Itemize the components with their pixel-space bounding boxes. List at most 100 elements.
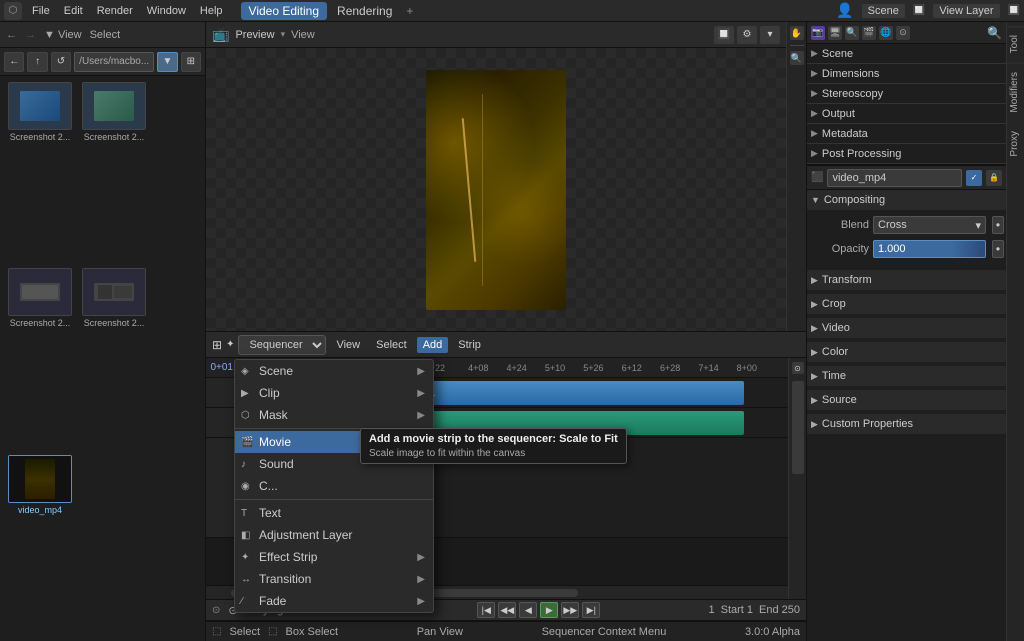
v-scrollbar-thumb[interactable]	[792, 381, 804, 474]
opacity-input[interactable]: 1.000	[873, 240, 986, 258]
output-section[interactable]: ▶ Output	[807, 104, 1006, 124]
color-header[interactable]: ▶ Color	[807, 342, 1006, 362]
opacity-dot[interactable]: •	[992, 240, 1004, 258]
menu-effect-strip[interactable]: ✦ Effect Strip ▶	[235, 546, 433, 568]
mask-icon: ⬡	[241, 410, 250, 421]
menu-window[interactable]: Window	[141, 3, 192, 19]
tab-video-editing[interactable]: Video Editing	[241, 2, 328, 20]
strip-icon: ⬛	[811, 172, 823, 183]
up-btn[interactable]: ↑	[27, 52, 47, 72]
top-bar: ⬡ File Edit Render Window Help Video Edi…	[0, 0, 1024, 22]
path-input[interactable]: /Users/macbo...	[74, 52, 154, 72]
menu-mask[interactable]: ⬡ Mask ▶	[235, 404, 433, 426]
tab-rendering[interactable]: Rendering	[329, 2, 400, 20]
menu-edit[interactable]: Edit	[58, 3, 89, 19]
track-label	[206, 408, 236, 437]
scene-label[interactable]: Scene	[862, 4, 905, 18]
seq-add[interactable]: Add	[417, 337, 449, 353]
compositing-header[interactable]: ▼ Compositing	[807, 190, 1006, 210]
dimensions-section[interactable]: ▶ Dimensions	[807, 64, 1006, 84]
view-label[interactable]: View	[291, 29, 315, 41]
sequencer-dropdown[interactable]: Sequencer	[238, 335, 326, 355]
menu-fade[interactable]: ∕ Fade ▶	[235, 590, 433, 612]
seq-select[interactable]: Select	[370, 337, 413, 353]
file-item-selected[interactable]: video_mp4	[6, 455, 74, 635]
jump-end-btn[interactable]: ▶|	[582, 602, 600, 618]
rp-world-icon[interactable]: 🌐	[879, 26, 893, 40]
blend-dot[interactable]: •	[992, 216, 1004, 234]
file-item[interactable]: Screenshot 2...	[6, 82, 74, 262]
time-header[interactable]: ▶ Time	[807, 366, 1006, 386]
rp-search[interactable]: 🔍	[987, 26, 1002, 40]
expand-arrow: ▼	[811, 195, 820, 205]
menu-adjustment[interactable]: ◧ Adjustment Layer	[235, 524, 433, 546]
seq-strip[interactable]: Strip	[452, 337, 487, 353]
file-item[interactable]: Screenshot 2...	[80, 82, 148, 262]
color-section: ▶ Color	[807, 342, 1006, 362]
source-header[interactable]: ▶ Source	[807, 390, 1006, 410]
select-menu[interactable]: Select	[90, 29, 121, 41]
seq-view[interactable]: View	[330, 337, 366, 353]
nav-back[interactable]: ←	[6, 29, 17, 41]
custom-props-header[interactable]: ▶ Custom Properties	[807, 414, 1006, 434]
section-arrow: ▶	[811, 128, 818, 139]
back-btn[interactable]: ←	[4, 52, 24, 72]
prev-frame-btn[interactable]: ◀◀	[498, 602, 516, 618]
menu-render[interactable]: Render	[91, 3, 139, 19]
tab-add[interactable]: +	[402, 2, 417, 20]
expand-arrow: ▶	[811, 395, 818, 406]
filter-btn[interactable]: ▼	[157, 52, 177, 72]
menu-transition[interactable]: ↔ Transition ▶	[235, 568, 433, 590]
metadata-section[interactable]: ▶ Metadata	[807, 124, 1006, 144]
next-btn[interactable]: ▶▶	[561, 602, 579, 618]
post-processing-section[interactable]: ▶ Post Processing	[807, 144, 1006, 164]
fade-icon: ∕	[241, 596, 243, 607]
end-frame: End 250	[759, 604, 800, 616]
view-layer-label[interactable]: View Layer	[933, 4, 999, 18]
scene-section[interactable]: ▶ Scene	[807, 44, 1006, 64]
seq-sidebar-btn1[interactable]: ⊙	[792, 362, 804, 374]
file-item[interactable]: Screenshot 2...	[6, 268, 74, 448]
sidebar-zoom-tool[interactable]: 🔍	[790, 51, 804, 65]
tool-tab[interactable]: Tool	[1007, 26, 1024, 61]
rp-output-icon[interactable]: 🖥	[828, 26, 842, 40]
preview-menu[interactable]: ▾	[760, 26, 780, 44]
menu-file[interactable]: File	[26, 3, 56, 19]
preview-zoom[interactable]: 🔲	[714, 26, 734, 44]
reload-btn[interactable]: ↺	[51, 52, 71, 72]
menu-c[interactable]: ◉ C...	[235, 475, 433, 497]
rp-object-icon[interactable]: ⊙	[896, 26, 910, 40]
transform-header[interactable]: ▶ Transform	[807, 270, 1006, 290]
menu-text[interactable]: T Text	[235, 502, 433, 524]
jump-start-btn[interactable]: |◀	[477, 602, 495, 618]
menu-help[interactable]: Help	[194, 3, 229, 19]
prev-btn[interactable]: ◀	[519, 602, 537, 618]
rp-view-icon[interactable]: 🔍	[845, 26, 859, 40]
sidebar-hand-tool[interactable]: ✋	[790, 26, 804, 40]
proxy-tab[interactable]: Proxy	[1007, 123, 1024, 165]
strip-name-input[interactable]: video_mp4	[827, 169, 962, 187]
rp-scene-icon[interactable]: 🎬	[862, 26, 876, 40]
blend-dropdown[interactable]: Cross ▾	[873, 216, 986, 234]
sequencer-header: ⊞ ✦ Sequencer View Select Add Strip	[206, 332, 806, 358]
file-name: Screenshot 2...	[10, 318, 71, 329]
video-overlay	[426, 70, 566, 310]
video-header[interactable]: ▶ Video	[807, 318, 1006, 338]
view-toggle[interactable]: ⊞	[181, 52, 201, 72]
play-btn[interactable]: ▶	[540, 602, 558, 618]
expand-arrow: ▶	[811, 299, 818, 310]
preview-dropdown[interactable]: ▾	[281, 29, 286, 40]
preview-settings[interactable]: ⚙	[737, 26, 757, 44]
rp-render-icon[interactable]: 📷	[811, 26, 825, 40]
menu-scene[interactable]: ◈ Scene ▶	[235, 360, 433, 382]
stereoscopy-section[interactable]: ▶ Stereoscopy	[807, 84, 1006, 104]
menu-clip[interactable]: ▶ Clip ▶	[235, 382, 433, 404]
strip-pin-btn[interactable]: ✓	[966, 170, 982, 186]
file-item[interactable]: Screenshot 2...	[80, 268, 148, 448]
strip-lock-btn[interactable]: 🔒	[986, 170, 1002, 186]
modifiers-tab[interactable]: Modifiers	[1007, 63, 1024, 121]
crop-header[interactable]: ▶ Crop	[807, 294, 1006, 314]
select-status-icon: ⬚	[212, 626, 221, 637]
expand-arrow: ▶	[811, 347, 818, 358]
crop-label: Crop	[822, 298, 846, 310]
